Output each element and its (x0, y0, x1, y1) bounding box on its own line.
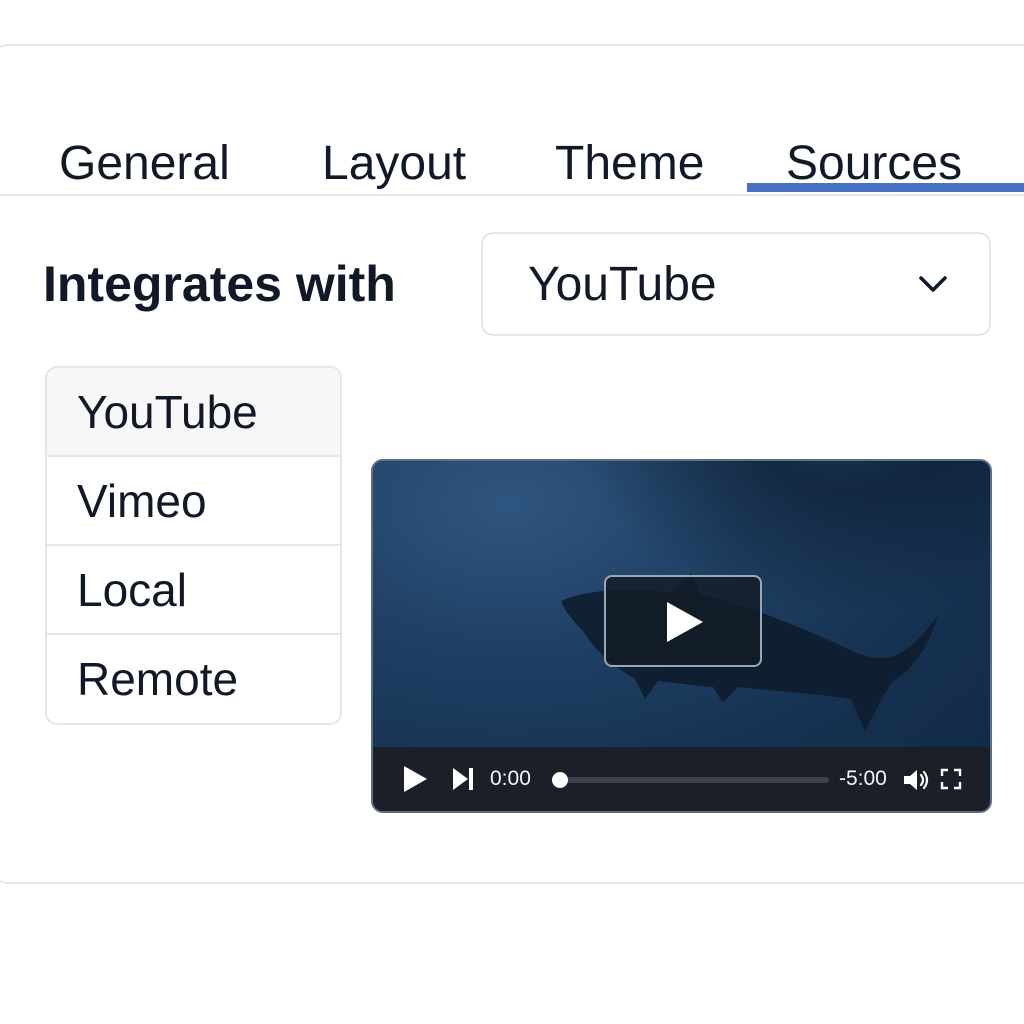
tab-theme[interactable]: Theme (555, 138, 704, 190)
option-remote[interactable]: Remote (47, 635, 340, 723)
big-play-button[interactable] (604, 575, 762, 667)
current-time: 0:00 (490, 767, 531, 790)
skip-next-icon[interactable] (451, 766, 475, 792)
active-tab-indicator (747, 183, 1024, 192)
integration-options-list: YouTube Vimeo Local Remote (45, 366, 342, 725)
play-icon (667, 602, 703, 642)
seek-bar[interactable] (559, 777, 829, 783)
play-icon[interactable] (401, 764, 429, 794)
tab-bar: General Layout Theme Sources (0, 44, 1024, 196)
chevron-down-icon (919, 276, 947, 292)
integration-select[interactable]: YouTube (481, 232, 991, 336)
volume-icon[interactable] (902, 768, 930, 792)
integration-label: Integrates with (43, 256, 396, 312)
video-player[interactable]: 0:00 -5:00 (371, 459, 992, 813)
tab-general[interactable]: General (59, 138, 230, 190)
remaining-time: -5:00 (839, 767, 887, 790)
seek-thumb[interactable] (552, 772, 568, 788)
option-local[interactable]: Local (47, 546, 340, 635)
option-vimeo[interactable]: Vimeo (47, 457, 340, 546)
player-controls: 0:00 -5:00 (373, 747, 990, 811)
tab-layout[interactable]: Layout (322, 138, 466, 190)
option-youtube[interactable]: YouTube (47, 368, 340, 457)
fullscreen-icon[interactable] (940, 768, 962, 790)
integration-select-value: YouTube (528, 258, 717, 311)
